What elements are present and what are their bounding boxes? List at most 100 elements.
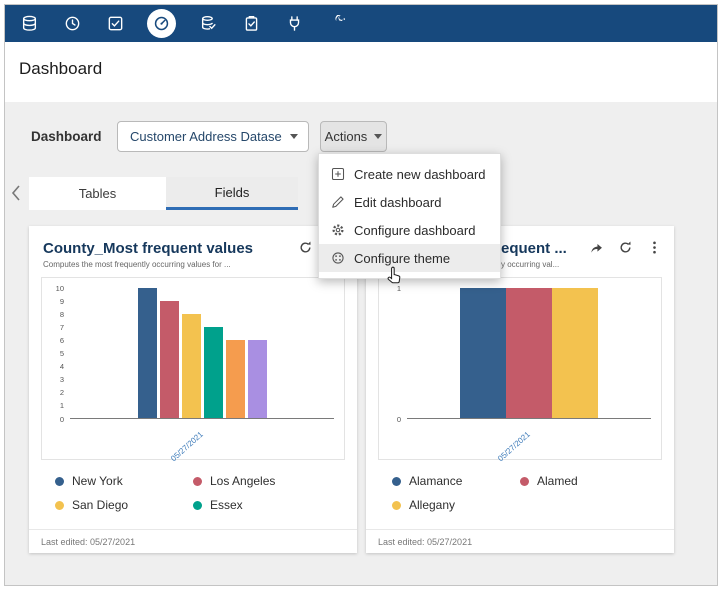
menu-item-label: Edit dashboard <box>354 195 441 210</box>
legend-label: Los Angeles <box>210 474 275 488</box>
bar-san-diego <box>182 314 201 418</box>
content-area: Dashboard Customer Address Datase Action… <box>5 102 717 585</box>
y-axis: 01 <box>383 288 403 419</box>
tab-tables[interactable]: Tables <box>29 177 166 210</box>
menu-item-label: Create new dashboard <box>354 167 486 182</box>
legend-label: Alamed <box>537 474 578 488</box>
chevron-down-icon <box>290 134 298 139</box>
chevron-down-icon <box>374 134 382 139</box>
menu-item-configure-theme[interactable]: Configure theme <box>319 244 500 272</box>
dashboard-selector[interactable]: Customer Address Datase <box>117 121 309 152</box>
y-tick-label: 8 <box>60 310 64 318</box>
clipboard-check-icon[interactable] <box>240 13 262 35</box>
legend-label: New York <box>72 474 123 488</box>
refresh-icon[interactable] <box>618 240 633 255</box>
plug-icon[interactable] <box>283 13 305 35</box>
palette-icon <box>331 251 345 265</box>
y-tick-label: 5 <box>60 350 64 358</box>
dashboard-gauge-icon[interactable] <box>147 9 176 38</box>
card-actions <box>298 240 313 255</box>
x-tick-label: 05/27/2021 <box>496 430 532 463</box>
bar-chart: 0 1 2 3 4 5 6 7 8 9 10 05/27/2021 <box>41 277 345 460</box>
legend-dot <box>392 501 401 510</box>
dashboard-context-label: Dashboard <box>31 129 102 144</box>
legend-label: San Diego <box>72 498 128 512</box>
card-title: County_Most frequent values <box>43 240 277 257</box>
legend-label: Allegany <box>409 498 455 512</box>
kebab-menu-icon[interactable] <box>647 240 662 255</box>
y-tick-label: 10 <box>56 284 64 292</box>
bars <box>70 288 334 418</box>
actions-button[interactable]: Actions <box>320 121 387 152</box>
share-icon[interactable] <box>589 240 604 255</box>
wrench-icon[interactable] <box>326 13 348 35</box>
top-navbar <box>5 5 717 42</box>
menu-item-label: Configure theme <box>354 251 450 266</box>
card-header: County_Most frequent values Computes the… <box>29 226 357 269</box>
y-tick-label: 7 <box>60 324 64 332</box>
plot-area <box>70 288 334 419</box>
x-tick-label: 05/27/2021 <box>169 430 205 463</box>
y-tick-label: 1 <box>60 402 64 410</box>
bar-alamance <box>460 288 506 418</box>
chart-card-county: County_Most frequent values Computes the… <box>29 226 357 553</box>
card-subtitle: Computes the most frequently occurring v… <box>43 260 277 269</box>
y-tick-label: 3 <box>60 376 64 384</box>
bar-alamed <box>506 288 552 418</box>
y-tick-label: 0 <box>397 415 401 423</box>
menu-item-configure-dashboard[interactable]: Configure dashboard <box>319 216 500 244</box>
last-edited-text: Last edited: 05/27/2021 <box>41 537 135 547</box>
bar-los-angeles <box>160 301 179 418</box>
legend-dot <box>193 477 202 486</box>
legend-item: Alamance <box>392 474 520 488</box>
chart-legend: Alamance Alamed Allegany <box>392 474 648 512</box>
tabs-scroll-left-chevron-icon[interactable] <box>10 184 22 202</box>
actions-button-label: Actions <box>325 129 368 144</box>
legend-label: Essex <box>210 498 243 512</box>
legend-item: Los Angeles <box>193 474 331 488</box>
menu-item-create-new-dashboard[interactable]: Create new dashboard <box>319 160 500 188</box>
database-icon[interactable] <box>18 13 40 35</box>
page-title: Dashboard <box>19 59 102 79</box>
y-tick-label: 9 <box>60 297 64 305</box>
card-subtitle: y occurring val... <box>501 260 594 269</box>
y-tick-label: 1 <box>397 284 401 292</box>
legend-dot <box>193 501 202 510</box>
menu-item-edit-dashboard[interactable]: Edit dashboard <box>319 188 500 216</box>
tab-fields[interactable]: Fields <box>166 177 298 210</box>
plot-area <box>407 288 651 419</box>
refresh-icon[interactable] <box>298 240 313 255</box>
legend-dot <box>392 477 401 486</box>
clock-icon[interactable] <box>61 13 83 35</box>
database-check-icon[interactable] <box>197 13 219 35</box>
card-footer: Last edited: 05/27/2021 <box>366 529 674 553</box>
bar-allegany <box>552 288 598 418</box>
tabs-bar: Tables Fields <box>29 177 298 210</box>
legend-dot <box>55 477 64 486</box>
legend-item: San Diego <box>55 498 193 512</box>
card-footer: Last edited: 05/27/2021 <box>29 529 357 553</box>
y-tick-label: 0 <box>60 415 64 423</box>
pencil-icon <box>331 195 345 209</box>
app-window: Dashboard Dashboard Customer Address Dat… <box>4 4 718 586</box>
chart-legend: New York Los Angeles San Diego Essex <box>55 474 331 512</box>
y-tick-label: 4 <box>60 363 64 371</box>
y-tick-label: 6 <box>60 337 64 345</box>
bar-chart: 01 05/27/2021 <box>378 277 662 460</box>
card-actions <box>589 240 662 255</box>
plus-square-icon <box>331 167 345 181</box>
legend-label: Alamance <box>409 474 462 488</box>
legend-dot <box>55 501 64 510</box>
bar-new-york <box>138 288 157 418</box>
check-square-icon[interactable] <box>104 13 126 35</box>
y-axis: 012345678910 <box>46 288 66 419</box>
y-tick-label: 2 <box>60 389 64 397</box>
bar-essex <box>204 327 223 418</box>
legend-dot <box>520 477 529 486</box>
menu-item-label: Configure dashboard <box>354 223 475 238</box>
actions-menu: Create new dashboard Edit dashboard Conf… <box>318 153 501 279</box>
bars <box>407 288 651 418</box>
card-title: equent ... <box>501 240 594 257</box>
legend-item: Alamed <box>520 474 648 488</box>
legend-item: Allegany <box>392 498 520 512</box>
